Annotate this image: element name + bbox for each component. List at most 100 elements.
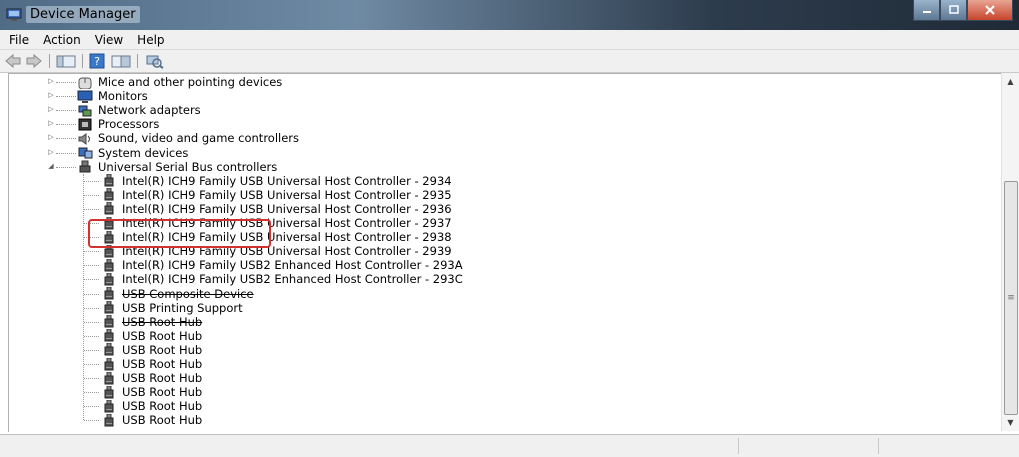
forward-icon[interactable]: [25, 53, 43, 69]
tree-node-label: Network adapters: [98, 103, 201, 118]
tree-connector: [84, 307, 99, 309]
tree-connector: [56, 82, 76, 83]
collapse-arrow-icon[interactable]: ◢: [47, 162, 55, 170]
usb-device-item[interactable]: Intel(R) ICH9 Family USB2 Enhanced Host …: [101, 272, 463, 286]
tree-node-label: Universal Serial Bus controllers: [98, 159, 278, 174]
tree-node-label: Sound, video and game controllers: [98, 131, 300, 146]
scroll-thumb[interactable]: ≡: [1004, 181, 1018, 415]
tree-category[interactable]: Monitors: [77, 89, 148, 103]
tree-connector: [56, 110, 76, 112]
system-devices-icon: [78, 147, 93, 159]
mouse-icon: [78, 77, 92, 89]
usb-device-item[interactable]: USB Root Hub: [101, 385, 202, 399]
usb-plug-icon: [104, 413, 114, 427]
tree-connector: [84, 265, 99, 267]
scroll-down-arrow-icon[interactable]: ▼: [1002, 414, 1019, 431]
device-tree[interactable]: ▷ Mice and other pointing devices ▷ Monitor…: [8, 73, 1002, 432]
close-button[interactable]: [967, 0, 1013, 21]
usb-plug-icon: [104, 399, 114, 413]
usb-device-item[interactable]: USB Root Hub: [101, 413, 202, 427]
tree-node-label: Processors: [98, 117, 160, 132]
tree-node-label: Mice and other pointing devices: [98, 75, 283, 89]
expand-arrow-icon[interactable]: ▷: [47, 133, 55, 141]
network-adapter-icon: [78, 105, 92, 117]
expand-arrow-icon[interactable]: ▷: [47, 148, 55, 156]
expand-arrow-icon[interactable]: ▷: [47, 105, 55, 113]
tree-node-label: USB Root Hub: [122, 328, 203, 343]
usb-device-item[interactable]: Intel(R) ICH9 Family USB2 Enhanced Host …: [101, 258, 463, 272]
usb-plug-icon: [104, 272, 114, 286]
usb-device-item[interactable]: Intel(R) ICH9 Family USB Universal Host …: [101, 202, 452, 216]
tree-node-label: USB Root Hub: [122, 399, 203, 414]
usb-plug-icon: [104, 343, 114, 356]
usb-device-item[interactable]: USB Root Hub: [101, 357, 202, 371]
device-manager-window: Device Manager File Action View Help ? ▷…: [0, 0, 1019, 457]
usb-plug-icon: [104, 287, 114, 300]
speaker-icon: [78, 132, 90, 145]
tree-connector: [84, 208, 99, 210]
usb-plug-icon: [104, 371, 114, 385]
tree-connector: [56, 96, 76, 98]
help-icon[interactable]: ?: [89, 53, 105, 69]
toolbar-separator: [137, 54, 138, 68]
tree-category[interactable]: Processors: [77, 117, 159, 131]
menu-help[interactable]: Help: [130, 33, 171, 47]
show-hide-console-tree-icon[interactable]: [56, 53, 76, 69]
tree-connector: [84, 251, 99, 253]
usb-device-item[interactable]: USB Root Hub: [101, 315, 202, 329]
monitor-icon: [77, 90, 93, 103]
caption-buttons: [913, 0, 1013, 21]
tree-category[interactable]: System devices: [77, 146, 188, 160]
tree-connector: [84, 364, 99, 365]
properties-pane-icon[interactable]: [111, 53, 131, 69]
tree-node-label: USB Root Hub: [122, 357, 203, 371]
tree-connector: [84, 378, 99, 380]
expand-arrow-icon[interactable]: ▷: [47, 77, 55, 85]
tree-category[interactable]: Mice and other pointing devices: [77, 75, 282, 89]
tree-node-label: System devices: [98, 145, 189, 160]
scan-hardware-icon[interactable]: [144, 53, 164, 69]
usb-plug-icon: [104, 174, 114, 187]
usb-printing-support-item[interactable]: USB Printing Support: [101, 301, 243, 315]
expand-arrow-icon[interactable]: ▷: [47, 119, 55, 127]
back-icon[interactable]: [4, 53, 22, 69]
tree-connector: [84, 194, 99, 196]
usb-plug-icon: [104, 258, 114, 272]
usb-printing-support-highlight: [88, 219, 271, 248]
tree-node-label: USB Root Hub: [122, 314, 203, 329]
usb-device-item[interactable]: Intel(R) ICH9 Family USB Universal Host …: [101, 188, 452, 202]
menu-view[interactable]: View: [88, 33, 130, 47]
usb-device-item[interactable]: USB Root Hub: [101, 343, 202, 357]
tree-node-label: USB Printing Support: [122, 300, 243, 315]
usb-plug-icon: [104, 188, 114, 201]
tree-node-label: Monitors: [98, 89, 148, 104]
maximize-button[interactable]: [940, 0, 967, 21]
usb-device-item[interactable]: Intel(R) ICH9 Family USB Universal Host …: [101, 174, 452, 188]
vertical-scrollbar[interactable]: ▲ ≡ ▼: [1001, 73, 1019, 431]
tree-connector: [84, 321, 99, 323]
tree-node-label: USB Root Hub: [122, 371, 203, 386]
menu-action[interactable]: Action: [36, 33, 88, 47]
tree-category[interactable]: Universal Serial Bus controllers: [77, 160, 277, 174]
tree-connector: [84, 335, 99, 337]
menu-file[interactable]: File: [2, 33, 36, 47]
usb-device-item[interactable]: USB Composite Device: [101, 287, 254, 301]
status-bar: [0, 434, 1019, 457]
tree-category[interactable]: Sound, video and game controllers: [77, 131, 299, 145]
usb-plug-icon: [104, 202, 114, 215]
processor-icon: [78, 118, 92, 131]
usb-device-item[interactable]: USB Root Hub: [101, 371, 202, 385]
device-manager-icon: [6, 8, 22, 21]
title-bar[interactable]: Device Manager: [0, 0, 1019, 30]
tree-category[interactable]: Network adapters: [77, 103, 201, 117]
usb-device-item[interactable]: USB Root Hub: [101, 329, 202, 343]
tree-node-label: Intel(R) ICH9 Family USB Universal Host …: [122, 201, 452, 216]
scroll-up-arrow-icon[interactable]: ▲: [1002, 73, 1019, 90]
tree-node-label: USB Root Hub: [122, 385, 203, 400]
window-title: Device Manager: [26, 6, 140, 23]
tree-connector: [84, 180, 99, 182]
close-icon: [985, 5, 995, 15]
expand-arrow-icon[interactable]: ▷: [47, 91, 55, 99]
usb-device-item[interactable]: USB Root Hub: [101, 399, 202, 413]
minimize-button[interactable]: [913, 0, 940, 21]
